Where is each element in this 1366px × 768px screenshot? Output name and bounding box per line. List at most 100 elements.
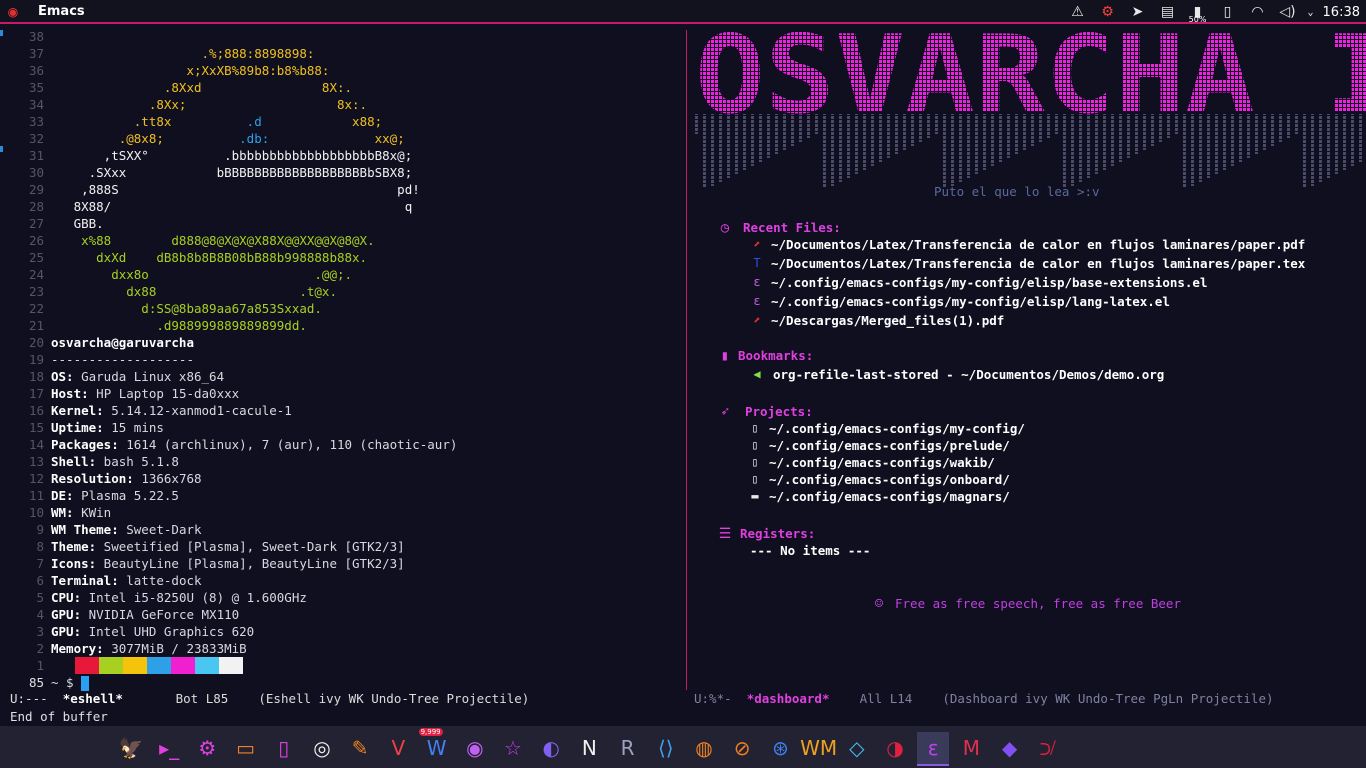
ascii-art-line: ,tSXX° .bbbbbbbbbbbbbbbbbbbB8x@; <box>51 148 413 163</box>
dashboard-window[interactable]: OSVARCHA I Puto el que lo lea >:v ◷ Rece… <box>687 24 1366 690</box>
line-number: 26 <box>28 233 44 248</box>
project-item[interactable]: ~/.config/emacs-configs/onboard/ <box>769 472 1010 487</box>
minibuffer[interactable]: End of buffer <box>10 708 108 725</box>
vpn-dock-icon[interactable]: ◇ <box>841 732 873 764</box>
vivaldi-dock-icon[interactable]: V <box>382 732 414 764</box>
ascii-art-line: 8X88/ q <box>51 199 413 214</box>
crop-dock-icon[interactable]: ⟉ <box>1032 732 1064 764</box>
bookmarks-title: Bookmarks: <box>738 348 814 363</box>
color-swatch <box>147 657 171 674</box>
ascii-art-line: .8Xx; 8x:. <box>51 97 368 112</box>
phone-dock-icon[interactable]: ▯ <box>268 732 300 764</box>
recent-item[interactable]: ~/Documentos/Latex/Transferencia de calo… <box>771 237 1305 252</box>
folder-icon: ▬ <box>751 489 759 503</box>
line-number: 12 <box>28 471 44 486</box>
latte-dock: 🦅 ▸_ ⚙ ▭ ▯ ◎ ✎ V W 9,999 ◉ ☆ ◐ N R ⟨⟩ ◍ ⊘ ⊛ WM ◇ ◑ ε M ◆ ⟉ <box>0 726 1366 768</box>
files-dock-icon[interactable]: ▭ <box>230 732 262 764</box>
recent-item[interactable]: ~/.config/emacs-configs/my-config/elisp/… <box>771 294 1170 309</box>
dashboard-modeline[interactable]: U:%*- *dashboard* All L14 (Dashboard ivy… <box>694 690 1274 707</box>
recent-item[interactable]: ~/.config/emacs-configs/my-config/elisp/… <box>771 275 1208 290</box>
palette-dock-icon[interactable]: ◑ <box>879 732 911 764</box>
star-dock-icon[interactable]: ☆ <box>497 732 529 764</box>
project-item[interactable]: ~/.config/emacs-configs/my-config/ <box>769 421 1025 436</box>
emacs-dock-icon[interactable]: ε <box>917 732 950 766</box>
sysinfo-line: Terminal: latte-dock <box>51 572 202 589</box>
dock-glyph: ⟉ <box>1039 736 1057 760</box>
sysinfo-line: DE: Plasma 5.22.5 <box>51 487 179 504</box>
line-number: 24 <box>28 267 44 282</box>
recent-item[interactable]: ~/Documentos/Latex/Transferencia de calo… <box>771 256 1305 271</box>
pdf-icon: ⬈ <box>753 237 761 251</box>
project-item[interactable]: ~/.config/emacs-configs/magnars/ <box>769 489 1010 504</box>
writer-dock-icon[interactable]: W 9,999 <box>418 728 453 764</box>
dock-glyph: ◆ <box>1001 736 1018 760</box>
window-title: Emacs <box>38 4 85 19</box>
mega-dock-icon[interactable]: M <box>955 732 987 764</box>
line-number: 11 <box>28 488 44 503</box>
settings-dock-icon[interactable]: ⚙ <box>191 732 223 764</box>
line-number: 21 <box>28 318 44 333</box>
scope-dock-icon[interactable]: ⊘ <box>726 732 758 764</box>
editor-dock-icon[interactable]: ✎ <box>344 732 376 764</box>
network-dock-icon[interactable]: ⊛ <box>764 732 796 764</box>
modeline-position: All L14 <box>829 691 943 706</box>
wifi-icon[interactable]: ◠ <box>1243 0 1273 24</box>
garuda-dock-icon[interactable]: 🦅 <box>115 732 147 764</box>
line-number: 17 <box>28 386 44 401</box>
user-host: osvarcha@garuvarcha <box>51 335 194 350</box>
modeline-state: U:%*- <box>694 691 747 706</box>
chevron-down-icon[interactable]: ⌄ <box>1303 7 1319 18</box>
elisp-icon: ε <box>753 275 761 289</box>
ascii-art-line: .tt8x .d x88; <box>51 114 383 129</box>
line-number: 35 <box>28 80 44 95</box>
blender-dock-icon[interactable]: ◍ <box>688 732 720 764</box>
discord-dock-icon[interactable]: ◉ <box>459 732 491 764</box>
project-item[interactable]: ~/.config/emacs-configs/wakib/ <box>769 455 995 470</box>
sysinfo-key: WM: <box>51 505 74 520</box>
sysinfo-line: Shell: bash 5.1.8 <box>51 453 179 470</box>
modeline-buffer-name: *eshell* <box>62 691 123 706</box>
garuda-logo-icon[interactable]: ◉ <box>3 3 23 21</box>
text-cursor <box>81 676 90 691</box>
recent-item[interactable]: ~/Descargas/Merged_files(1).pdf <box>771 313 1004 328</box>
sysinfo-key: WM Theme: <box>51 522 119 537</box>
wm-dock-icon[interactable]: WM <box>800 732 837 764</box>
alert-icon[interactable]: ⚠ <box>1063 0 1093 24</box>
project-item[interactable]: ~/.config/emacs-configs/prelude/ <box>769 438 1010 453</box>
modeline-buffer-name: *dashboard* <box>746 691 830 706</box>
bookmark-item[interactable]: org-refile-last-stored - ~/Documentos/De… <box>773 367 1164 382</box>
eshell-window[interactable]: 38 37 .%;888:8898898: 36 x;XxXB%89b8:b8%b8… <box>0 24 686 691</box>
sysinfo-value: NVIDIA GeForce MX110 <box>81 607 240 622</box>
rocket-icon: ➶ <box>720 404 730 420</box>
top-panel: ◉ Emacs ⚠ ⚙ ➤ ▤ ▮ 50% ▯ ◠ ◁) ⌄ 16:38 <box>0 0 1366 24</box>
r-dock-icon[interactable]: R <box>612 732 644 764</box>
line-number: 1 <box>36 658 44 673</box>
line-number: 16 <box>28 403 44 418</box>
clipboard-icon[interactable]: ▤ <box>1153 0 1183 24</box>
obsidian-dock-icon[interactable]: ◆ <box>994 732 1026 764</box>
phone-icon[interactable]: ▯ <box>1213 0 1243 24</box>
network-monitor-icon[interactable]: ⚙ <box>1093 0 1123 24</box>
eshell-modeline[interactable]: U:--- *eshell* Bot L85 (Eshell ivy WK Un… <box>10 690 529 707</box>
ascii-art-line: dxx8o .@@;. <box>51 267 353 282</box>
line-number: 31 <box>28 148 44 163</box>
terminal-dock-icon[interactable]: ▸_ <box>153 732 185 764</box>
volume-icon[interactable]: ◁) <box>1273 0 1303 24</box>
camera-dock-icon[interactable]: ◎ <box>306 732 338 764</box>
pdf-icon: ⬈ <box>753 313 761 327</box>
battery-icon[interactable]: ▮ 50% <box>1183 0 1213 24</box>
dock-glyph: 🦅 <box>118 736 144 760</box>
sysinfo-value: KWin <box>73 505 112 520</box>
send-icon[interactable]: ➤ <box>1123 0 1153 24</box>
line-number: 85 <box>28 675 44 690</box>
dock-glyph: ◑ <box>886 736 904 760</box>
clock[interactable]: 16:38 <box>1319 5 1366 20</box>
firefox-dock-icon[interactable]: ◐ <box>535 732 567 764</box>
color-swatch <box>219 657 243 674</box>
sysinfo-line: Kernel: 5.14.12-xanmod1-cacule-1 <box>51 402 292 419</box>
vscode-dock-icon[interactable]: ⟨⟩ <box>650 732 682 764</box>
line-number: 8 <box>36 539 44 554</box>
line-number: 2 <box>36 641 44 656</box>
shell-prompt[interactable]: ~ $ <box>51 674 90 691</box>
notion-dock-icon[interactable]: N <box>573 732 605 764</box>
